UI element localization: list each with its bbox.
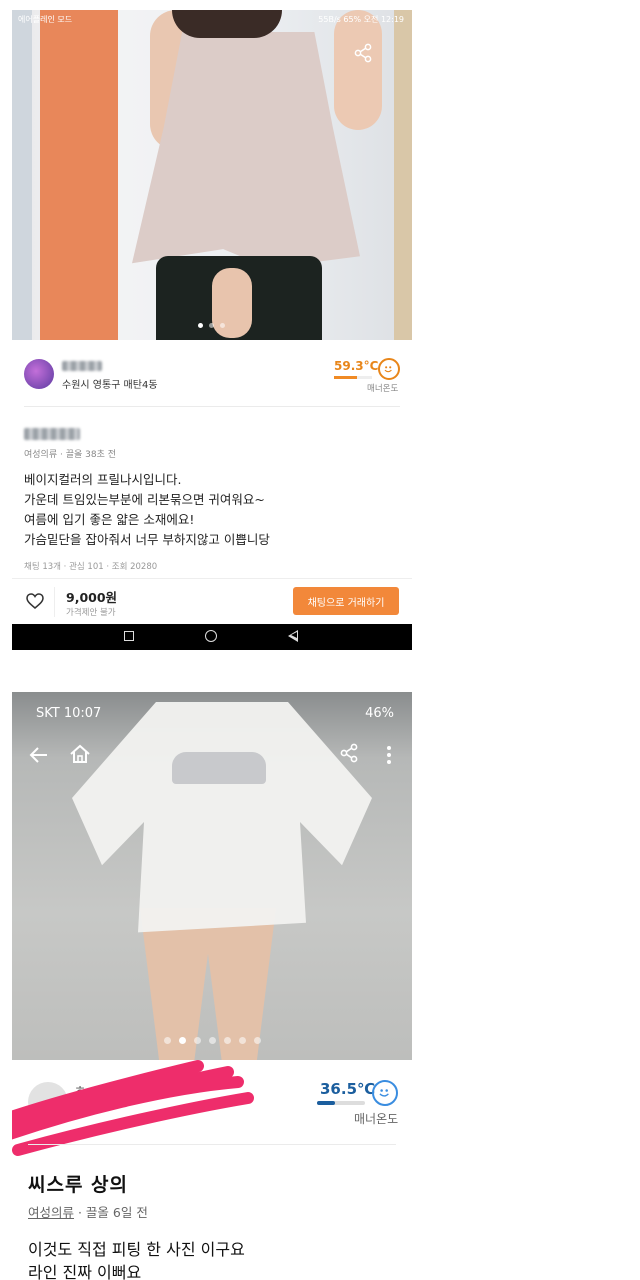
manner-label: 매너온도 bbox=[367, 384, 399, 394]
pagination-dot[interactable] bbox=[239, 1037, 246, 1044]
category-link[interactable]: 여성의류 bbox=[28, 1205, 74, 1220]
screenshot-listing-1: 에어플레인 모드 55B/s 65% 오전 12:19 수원시 영통구 매탄4동… bbox=[12, 10, 412, 650]
seller-profile[interactable]: 수원시 영통구 매탄4동 59.3°C 매너온도 bbox=[12, 350, 412, 406]
pagination-dot[interactable] bbox=[198, 323, 203, 328]
pagination-dot[interactable] bbox=[209, 323, 214, 328]
post-description: 이것도 직접 피팅 한 사진 이구요 라인 진짜 이뻐요 bbox=[28, 1238, 245, 1280]
heart-icon[interactable] bbox=[26, 593, 44, 609]
smile-face-icon bbox=[372, 1080, 398, 1106]
category-time: 여성의류 · 끌올 6일 전 bbox=[28, 1202, 148, 1221]
temperature-bar-fill bbox=[334, 376, 357, 379]
temperature-bar bbox=[317, 1101, 365, 1105]
temperature-bar bbox=[334, 376, 372, 379]
home-icon[interactable] bbox=[68, 742, 92, 766]
temperature-bar-fill bbox=[317, 1101, 335, 1105]
manner-temperature: 59.3°C bbox=[334, 359, 379, 373]
mirror-frame bbox=[12, 10, 32, 340]
price: 9,000원 bbox=[66, 590, 118, 605]
negotiation-note: 가격제안 불가 bbox=[66, 608, 116, 618]
arm bbox=[334, 10, 382, 130]
divider bbox=[28, 1144, 396, 1145]
door bbox=[40, 10, 118, 340]
share-icon[interactable] bbox=[338, 742, 360, 764]
status-left: SKT 10:07 bbox=[36, 706, 102, 721]
status-left: 에어플레인 모드 bbox=[18, 15, 73, 24]
description-line: 이것도 직접 피팅 한 사진 이구요 bbox=[28, 1240, 245, 1259]
photo-pagination[interactable] bbox=[164, 1037, 261, 1044]
post-time: · 끌올 6일 전 bbox=[74, 1205, 148, 1220]
home-nav-icon[interactable] bbox=[205, 630, 217, 642]
post-title: 씨스루 상의 bbox=[28, 1174, 129, 1196]
pagination-dot[interactable] bbox=[194, 1037, 201, 1044]
post-description: 베이지컬러의 프릴나시입니다. 가운데 트임있는부분에 리본묶으면 귀여워요~ … bbox=[24, 470, 270, 550]
pagination-dot[interactable] bbox=[164, 1037, 171, 1044]
status-bar: 에어플레인 모드 55B/s 65% 오전 12:19 bbox=[12, 10, 412, 28]
scribble-redaction bbox=[12, 1060, 254, 1156]
pagination-dot[interactable] bbox=[179, 1037, 186, 1044]
pagination-dot[interactable] bbox=[224, 1037, 231, 1044]
pagination-dot[interactable] bbox=[220, 323, 225, 328]
more-vertical-icon[interactable] bbox=[384, 744, 394, 766]
seller-name-blurred bbox=[62, 361, 102, 371]
status-right: 55B/s 65% 오전 12:19 bbox=[318, 15, 404, 24]
back-nav-icon[interactable] bbox=[288, 630, 298, 642]
description-line: 라인 진짜 이뻐요 bbox=[28, 1263, 142, 1280]
bottom-bar: 9,000원 가격제안 불가 채팅으로 거래하기 bbox=[12, 578, 412, 625]
seller-location: 수원시 영통구 매탄4동 bbox=[62, 380, 158, 391]
status-bar: SKT 10:07 46% bbox=[12, 706, 412, 726]
category-time: 여성의류 · 끌올 38초 전 bbox=[24, 450, 116, 460]
recent-apps-icon[interactable] bbox=[124, 631, 134, 641]
divider bbox=[54, 587, 55, 617]
description-line: 여름에 입기 좋은 얇은 소재에요! bbox=[24, 512, 195, 527]
divider bbox=[24, 406, 400, 407]
pagination-dot[interactable] bbox=[209, 1037, 216, 1044]
inner-top bbox=[172, 752, 266, 784]
status-right: 46% bbox=[365, 706, 394, 721]
sheer-blouse bbox=[72, 702, 372, 933]
post-title-blurred bbox=[24, 428, 80, 440]
post-stats: 채팅 13개 · 관심 101 · 조회 20280 bbox=[24, 562, 158, 572]
share-icon[interactable] bbox=[352, 42, 374, 64]
chat-trade-button[interactable]: 채팅으로 거래하기 bbox=[293, 587, 399, 615]
pagination-dot[interactable] bbox=[254, 1037, 261, 1044]
avatar[interactable] bbox=[24, 359, 54, 389]
mirror-frame-right bbox=[394, 10, 412, 340]
description-line: 가운데 트임있는부분에 리본묶으면 귀여워요~ bbox=[24, 492, 265, 507]
photo-pagination[interactable] bbox=[198, 323, 225, 328]
description-line: 베이지컬러의 프릴나시입니다. bbox=[24, 472, 182, 487]
manner-temperature: 36.5℃ bbox=[320, 1080, 376, 1098]
system-nav-bar bbox=[12, 624, 412, 650]
smile-face-icon bbox=[378, 358, 400, 380]
description-line: 가슴밑단을 잡아줘서 너무 부하지않고 이쁩니당 bbox=[24, 532, 270, 547]
back-arrow-icon[interactable] bbox=[28, 744, 50, 766]
manner-label: 매너온도 bbox=[354, 1112, 399, 1126]
screenshot-listing-2: SKT 10:07 46% ㅎ 36.5℃ 매너온도 씨스루 상의 여성의류 ·… bbox=[12, 692, 412, 1280]
